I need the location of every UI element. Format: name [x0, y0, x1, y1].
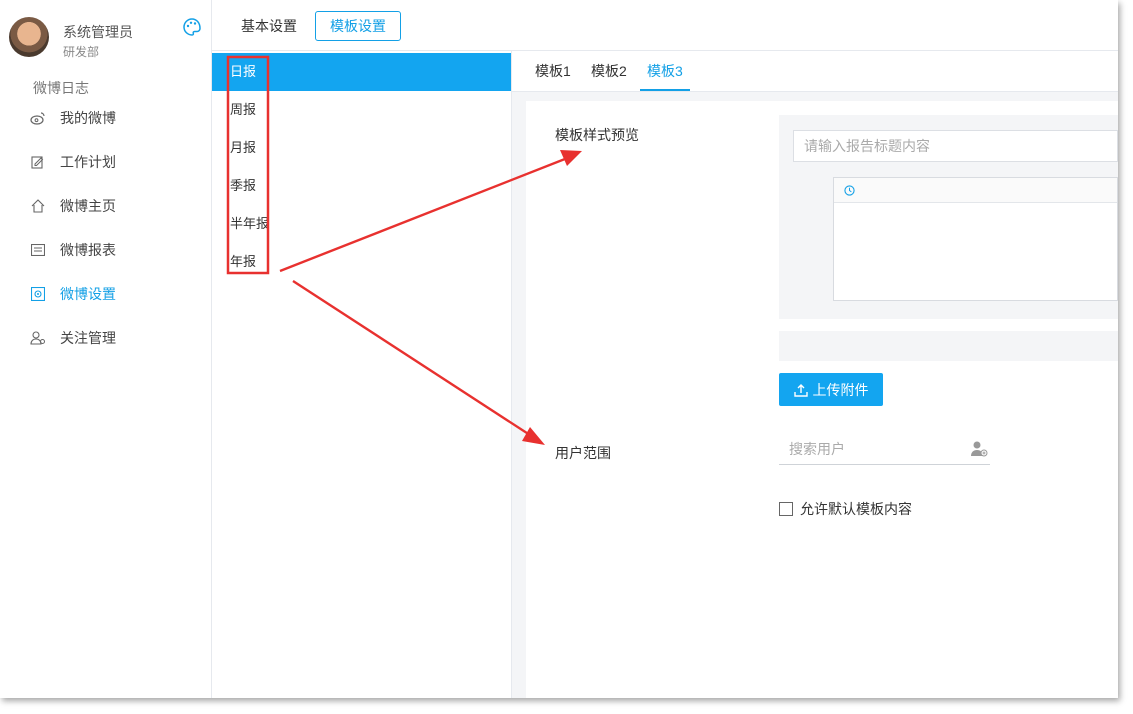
- section-title: 微博日志: [33, 80, 89, 96]
- palette-icon[interactable]: [182, 17, 202, 37]
- sidebar-item-label: 微博设置: [60, 286, 116, 302]
- settings-icon: [30, 286, 46, 302]
- sidebar-item-weibo-settings[interactable]: 微博设置: [0, 272, 211, 316]
- sidebar-item-label: 我的微博: [60, 110, 116, 126]
- settings-tabs: 基本设置 模板设置: [212, 0, 1118, 51]
- report-type-list: 日报 周报 月报 季报 半年报 年报: [212, 51, 512, 698]
- report-type-quarterly[interactable]: 季报: [212, 167, 511, 205]
- report-type-daily[interactable]: 日报: [212, 53, 511, 91]
- sidebar-item-my-weibo[interactable]: 我的微博: [0, 96, 211, 140]
- allow-default-checkbox[interactable]: [779, 502, 793, 516]
- allow-default-content-option[interactable]: 允许默认模板内容: [779, 499, 912, 519]
- add-user-icon[interactable]: [970, 440, 988, 458]
- user-scope-label: 用户范围: [555, 445, 611, 461]
- avatar[interactable]: [9, 17, 49, 57]
- weibo-icon: [30, 110, 46, 126]
- upload-icon: [793, 383, 808, 397]
- report-type-monthly[interactable]: 月报: [212, 129, 511, 167]
- allow-default-label: 允许默认模板内容: [800, 501, 912, 517]
- app-window: 系统管理员 研发部 微博日志 我的微博 工作计划 微博主页 微博报表 微博设置 …: [0, 0, 1118, 698]
- report-type-weekly[interactable]: 周报: [212, 91, 511, 129]
- follow-user-icon: [30, 330, 46, 346]
- attachment-area: [779, 331, 1118, 361]
- tab-basic-settings[interactable]: 基本设置: [227, 12, 311, 40]
- user-name: 系统管理员: [63, 24, 133, 40]
- template-content: 模板1 模板2 模板3 模板样式预览 请输入报告标题内容 上传附件 用户范围 搜…: [512, 51, 1118, 698]
- upload-attachment-button[interactable]: 上传附件: [779, 373, 883, 406]
- template-form: 模板样式预览 请输入报告标题内容 上传附件 用户范围 搜索用户 允许默认模板内容: [526, 101, 1118, 698]
- sidebar-item-label: 关注管理: [60, 330, 116, 346]
- user-search-field: [779, 434, 990, 465]
- clock-icon[interactable]: [844, 184, 855, 199]
- template-preview: 请输入报告标题内容: [779, 115, 1118, 319]
- upload-label: 上传附件: [812, 381, 869, 398]
- edit-icon: [30, 154, 46, 170]
- tab-template-settings[interactable]: 模板设置: [315, 11, 401, 41]
- report-type-semiannual[interactable]: 半年报: [212, 205, 511, 243]
- sidebar-item-label: 微博主页: [60, 198, 116, 214]
- preview-label: 模板样式预览: [555, 127, 639, 143]
- report-icon: [30, 242, 46, 258]
- user-department: 研发部: [63, 45, 100, 59]
- sidebar-item-weibo-home[interactable]: 微博主页: [0, 184, 211, 228]
- tab-template-1[interactable]: 模板1: [535, 51, 571, 89]
- tab-template-3[interactable]: 模板3: [640, 51, 690, 91]
- sidebar-item-follow-management[interactable]: 关注管理: [0, 316, 211, 360]
- tab-template-2[interactable]: 模板2: [591, 51, 627, 89]
- report-title-input[interactable]: 请输入报告标题内容: [793, 130, 1118, 162]
- home-icon: [30, 198, 46, 214]
- search-user-input[interactable]: [779, 434, 971, 464]
- editor-toolbar: [834, 178, 1117, 203]
- sidebar-item-label: 微博报表: [60, 242, 116, 258]
- report-type-annual[interactable]: 年报: [212, 243, 511, 281]
- sidebar: 系统管理员 研发部 微博日志 我的微博 工作计划 微博主页 微博报表 微博设置 …: [0, 0, 212, 698]
- template-tabs: 模板1 模板2 模板3: [512, 51, 1118, 92]
- sidebar-item-weibo-report[interactable]: 微博报表: [0, 228, 211, 272]
- rich-text-editor[interactable]: [833, 177, 1118, 301]
- sidebar-item-work-plan[interactable]: 工作计划: [0, 140, 211, 184]
- sidebar-item-label: 工作计划: [60, 154, 116, 170]
